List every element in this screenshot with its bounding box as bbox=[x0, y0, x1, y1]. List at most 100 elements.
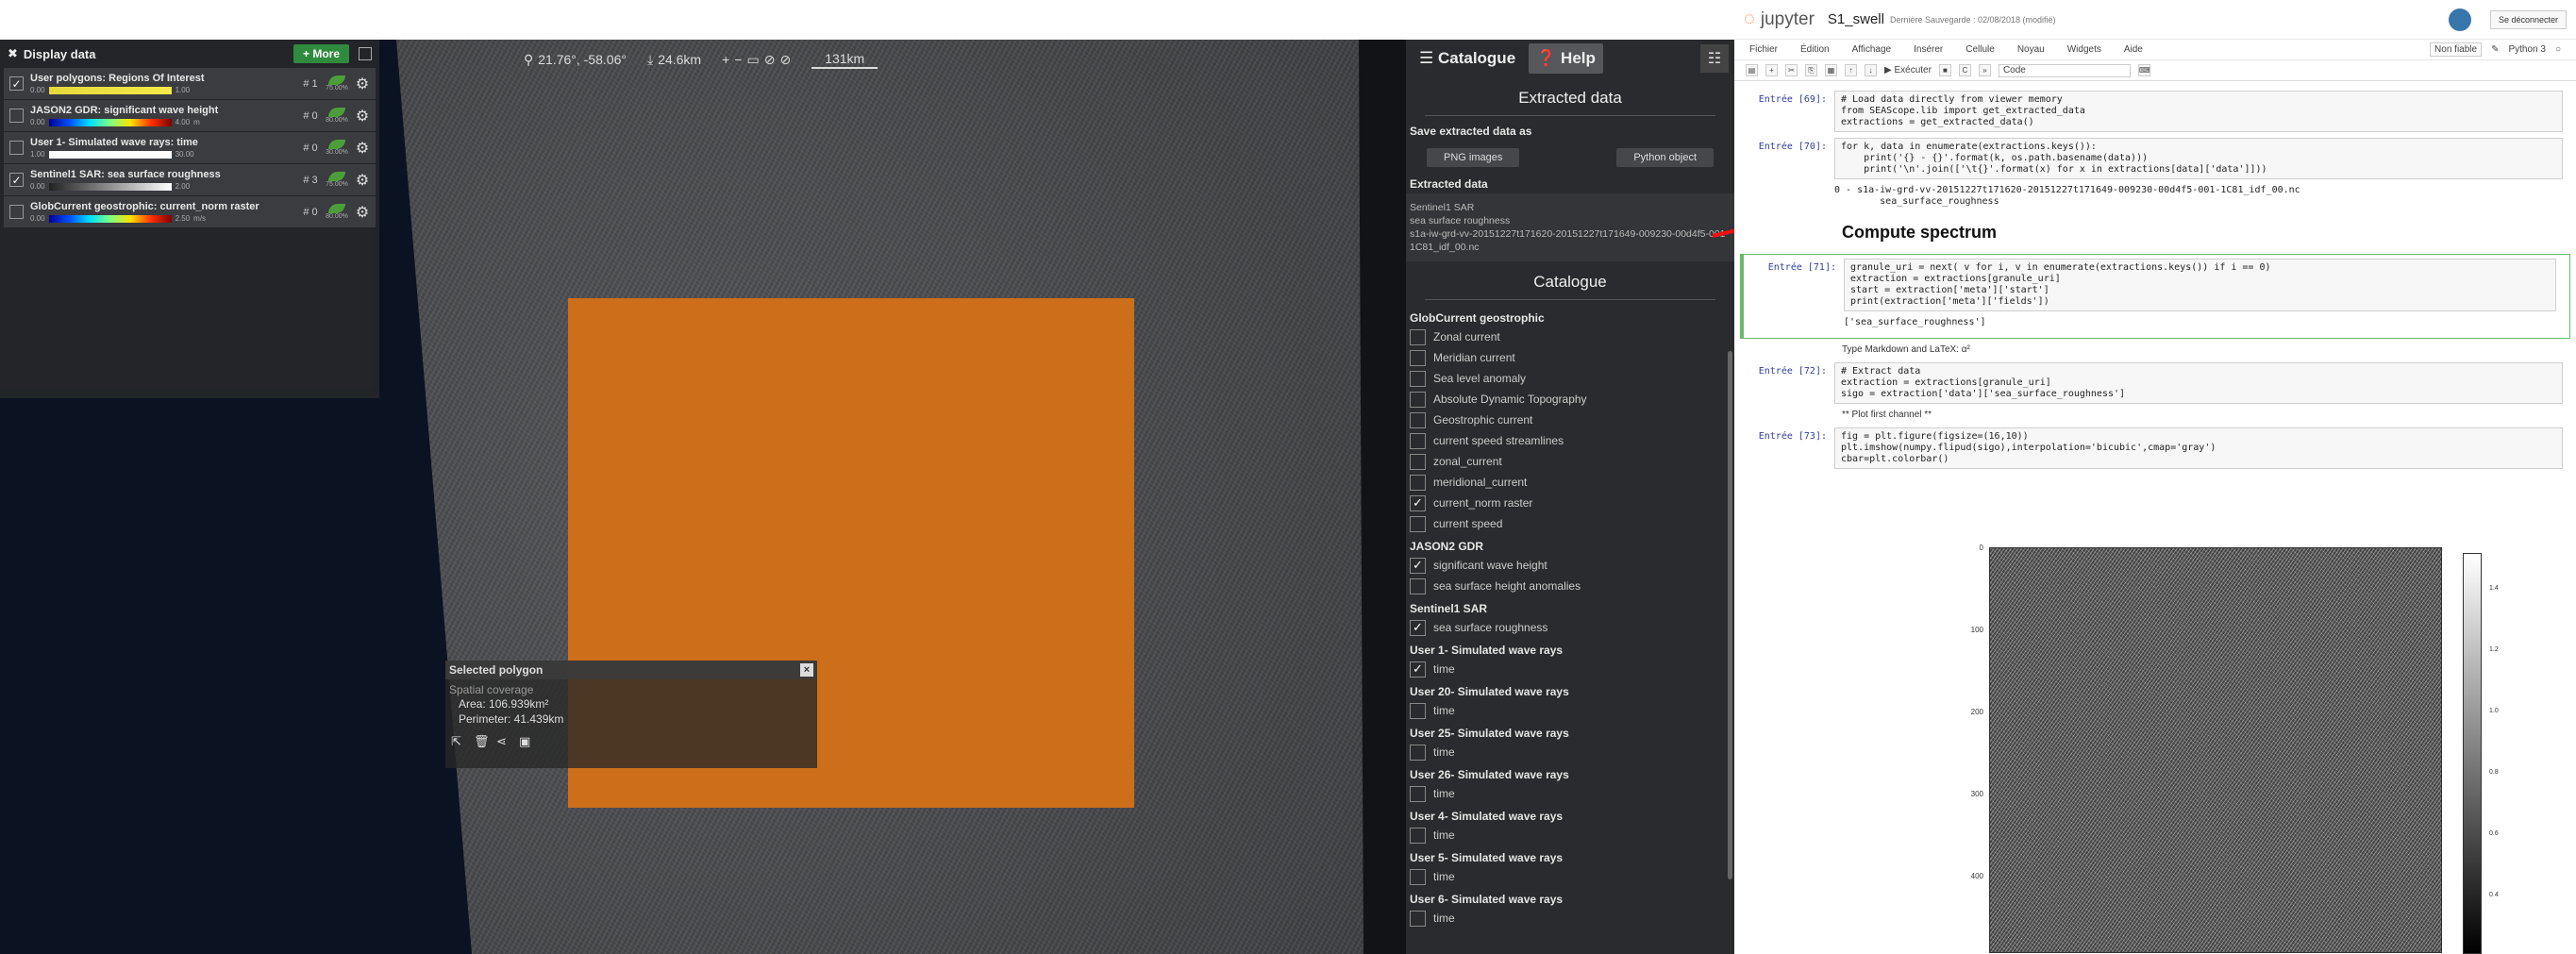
catalogue-item[interactable]: sea surface height anomalies bbox=[1406, 576, 1734, 596]
catalogue-checkbox[interactable] bbox=[1410, 785, 1426, 802]
catalogue-checkbox[interactable]: ✓ bbox=[1410, 619, 1426, 636]
layer-item[interactable]: GlobCurrent geostrophic: current_norm ra… bbox=[4, 196, 376, 227]
restart-icon[interactable]: C bbox=[1958, 64, 1971, 76]
list-icon[interactable]: ☷ bbox=[1700, 44, 1729, 73]
catalogue-checkbox[interactable] bbox=[1410, 432, 1426, 449]
layer-opacity[interactable]: 30.00% bbox=[325, 140, 349, 156]
export-icon[interactable]: ⇱ bbox=[451, 734, 464, 748]
code-cell[interactable]: Entrée [73]: fig = plt.figure(figsize=(16… bbox=[1748, 427, 2563, 469]
catalogue-item[interactable]: ✓ current_norm raster bbox=[1406, 493, 1734, 513]
layer-checkbox[interactable]: ✓ bbox=[9, 76, 24, 91]
catalogue-item[interactable]: ✓ time bbox=[1406, 659, 1734, 679]
zoom-out-icon[interactable]: − bbox=[734, 52, 742, 67]
catalogue-item[interactable]: time bbox=[1406, 908, 1734, 929]
catalogue-checkbox[interactable] bbox=[1410, 411, 1426, 428]
menu-item[interactable]: Fichier bbox=[1749, 44, 1778, 55]
catalogue-checkbox[interactable] bbox=[1410, 868, 1426, 885]
save-icon[interactable]: ▣ bbox=[519, 734, 532, 748]
gear-icon[interactable]: ⚙ bbox=[353, 75, 372, 93]
layer-checkbox[interactable] bbox=[9, 205, 24, 219]
catalogue-item[interactable]: time bbox=[1406, 825, 1734, 845]
tab-help[interactable]: ❓ Help bbox=[1529, 43, 1603, 74]
save-icon[interactable]: ▤ bbox=[1746, 64, 1758, 76]
catalogue-item[interactable]: Geostrophic current bbox=[1406, 410, 1734, 430]
layer-checkbox[interactable]: ✓ bbox=[9, 173, 24, 187]
catalogue-checkbox[interactable] bbox=[1410, 453, 1426, 470]
layer-opacity[interactable]: 80.00% bbox=[325, 108, 349, 124]
gear-icon[interactable]: ⚙ bbox=[353, 203, 372, 222]
catalogue-item[interactable]: Sea level anomaly bbox=[1406, 368, 1734, 389]
cell-code[interactable]: # Load data directly from viewer memory … bbox=[1834, 91, 2563, 132]
layer-item[interactable]: ✓ User polygons: Regions Of Interest 0.00 1… bbox=[4, 68, 376, 99]
layer-item[interactable]: JASON2 GDR: significant wave height 0.00 4… bbox=[4, 100, 376, 131]
layer-item[interactable]: User 1- Simulated wave rays: time 1.00 30.… bbox=[4, 132, 376, 163]
run-button[interactable]: ▶ Exécuter bbox=[1884, 65, 1932, 75]
code-cell[interactable]: Entrée [70]: for k, data in enumerate(ext… bbox=[1748, 138, 2563, 179]
catalogue-item[interactable]: zonal_current bbox=[1406, 451, 1734, 472]
layer-colormap[interactable] bbox=[48, 150, 172, 159]
move-down-icon[interactable]: ↓ bbox=[1865, 64, 1877, 76]
catalogue-item[interactable]: meridional_current bbox=[1406, 472, 1734, 493]
layer-opacity[interactable]: 75.00% bbox=[325, 75, 349, 92]
gear-icon[interactable]: ⚙ bbox=[353, 107, 372, 126]
png-images-button[interactable]: PNG images bbox=[1427, 148, 1520, 167]
layer-opacity[interactable]: 80.00% bbox=[325, 204, 349, 220]
tab-catalogue[interactable]: ☰ Catalogue bbox=[1412, 43, 1523, 74]
catalogue-item[interactable]: time bbox=[1406, 866, 1734, 887]
catalogue-item[interactable]: current speed streamlines bbox=[1406, 430, 1734, 451]
notebook-name[interactable]: S1_swell bbox=[1828, 11, 1884, 27]
catalogue-item[interactable]: time bbox=[1406, 700, 1734, 721]
catalogue-item[interactable]: current speed bbox=[1406, 513, 1734, 534]
code-cell[interactable]: Entrée [71]: granule_uri = next( v for i,… bbox=[1757, 259, 2556, 311]
catalogue-item[interactable]: Zonal current bbox=[1406, 326, 1734, 347]
markdown-cell[interactable]: Type Markdown and LaTeX: α² bbox=[1842, 344, 2563, 355]
cell-code[interactable]: # Extract data extraction = extractions[… bbox=[1834, 362, 2563, 404]
logout-button[interactable]: Se déconnecter bbox=[2489, 9, 2567, 29]
cell-type-select[interactable]: Code bbox=[1998, 63, 2131, 77]
layer-checkbox[interactable] bbox=[9, 141, 24, 155]
menu-item[interactable]: Insérer bbox=[1914, 44, 1943, 55]
stop-icon[interactable]: ■ bbox=[1938, 64, 1951, 76]
catalogue-item[interactable]: Meridian current bbox=[1406, 347, 1734, 368]
fit-view-icon[interactable]: ▭ bbox=[746, 52, 759, 68]
menu-item[interactable]: Noyau bbox=[2017, 44, 2045, 55]
catalogue-item[interactable]: Absolute Dynamic Topography bbox=[1406, 389, 1734, 410]
catalogue-checkbox[interactable] bbox=[1410, 474, 1426, 491]
gear-icon[interactable]: ⚙ bbox=[353, 139, 372, 158]
menu-item[interactable]: Édition bbox=[1800, 44, 1830, 55]
layer-colormap[interactable] bbox=[48, 182, 172, 191]
catalogue-checkbox[interactable]: ✓ bbox=[1410, 661, 1426, 678]
keyboard-icon[interactable]: ⌨ bbox=[2137, 64, 2150, 76]
catalogue-checkbox[interactable] bbox=[1410, 910, 1426, 927]
more-button[interactable]: + More bbox=[293, 44, 349, 63]
code-cell[interactable]: Entrée [72]: # Extract data extraction = … bbox=[1748, 362, 2563, 404]
catalogue-checkbox[interactable] bbox=[1410, 515, 1426, 532]
code-cell[interactable]: Entrée [69]: # Load data directly from vi… bbox=[1748, 91, 2563, 132]
cell-code[interactable]: granule_uri = next( v for i, v in enumer… bbox=[1844, 259, 2556, 311]
markdown-heading[interactable]: Compute spectrum bbox=[1842, 223, 2563, 243]
fast-forward-icon[interactable]: » bbox=[1978, 64, 1991, 76]
expand-icon[interactable] bbox=[359, 47, 372, 60]
layer-checkbox[interactable] bbox=[9, 109, 24, 123]
catalogue-item[interactable]: time bbox=[1406, 742, 1734, 762]
add-cell-icon[interactable]: + bbox=[1765, 64, 1778, 76]
layer-opacity[interactable]: 75.00% bbox=[325, 172, 349, 188]
menu-item[interactable]: Cellule bbox=[1965, 44, 1995, 55]
trash-icon[interactable]: 🗑 bbox=[474, 734, 490, 748]
catalogue-checkbox[interactable] bbox=[1410, 702, 1426, 719]
reset-view-icon[interactable]: ⊘ bbox=[764, 52, 776, 68]
layer-colormap[interactable] bbox=[48, 214, 172, 223]
close-icon[interactable]: × bbox=[800, 663, 813, 677]
layer-item[interactable]: ✓ Sentinel1 SAR: sea surface roughness 0.0… bbox=[4, 164, 376, 195]
cell-code[interactable]: for k, data in enumerate(extractions.key… bbox=[1834, 138, 2563, 179]
catalogue-checkbox[interactable] bbox=[1410, 328, 1426, 345]
catalogue-item[interactable]: ✓ significant wave height bbox=[1406, 555, 1734, 576]
catalogue-checkbox[interactable] bbox=[1410, 370, 1426, 387]
gear-icon[interactable]: ⚙ bbox=[353, 171, 372, 190]
catalogue-checkbox[interactable] bbox=[1410, 827, 1426, 844]
layer-colormap[interactable] bbox=[48, 118, 172, 126]
catalogue-checkbox[interactable] bbox=[1410, 577, 1426, 594]
catalogue-item[interactable]: time bbox=[1406, 783, 1734, 804]
menu-item[interactable]: Aide bbox=[2124, 44, 2143, 55]
markdown-cell[interactable]: ** Plot first channel ** bbox=[1842, 410, 2563, 420]
